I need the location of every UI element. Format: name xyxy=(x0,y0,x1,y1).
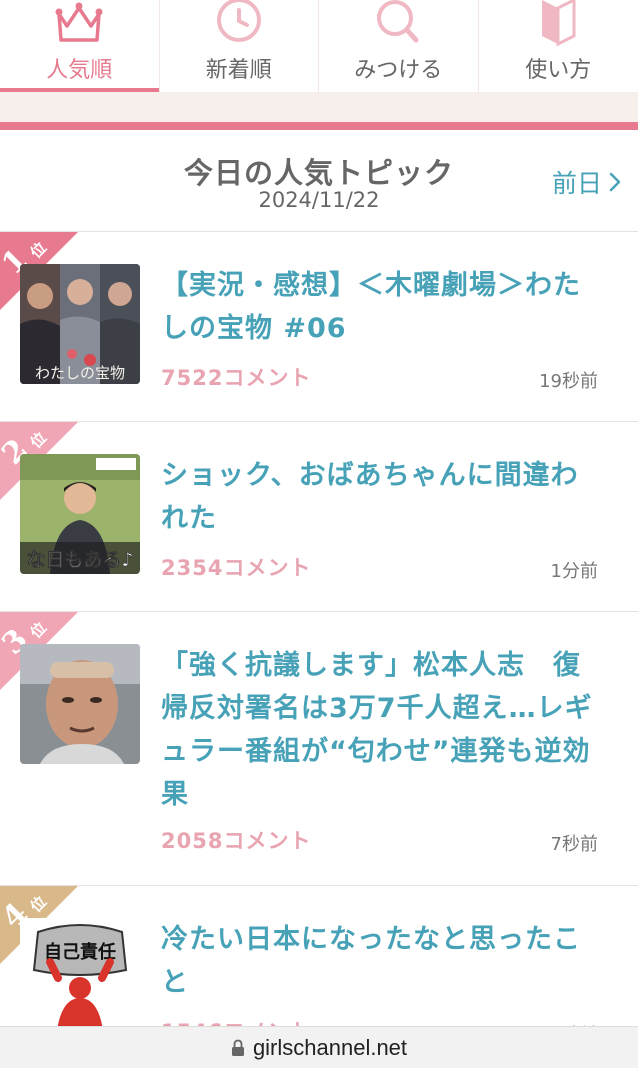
timestamp: 7秒前 xyxy=(550,834,598,855)
chevron-right-icon xyxy=(609,172,621,192)
topic-thumbnail: わたしの宝物 xyxy=(20,264,140,384)
tab-popular-label: 人気順 xyxy=(46,58,113,83)
crown-icon xyxy=(55,2,103,42)
thumbnail-caption: な日もある♪ xyxy=(26,549,133,571)
top-nav: 人気順 新着順 みつける 使い方 xyxy=(0,0,638,92)
topic-thumbnail: な日もある♪ xyxy=(20,454,140,574)
topic-item[interactable]: 2 位 な日もある♪ ショック、おばあちゃんに間違われた 2354コメント 1分… xyxy=(0,422,638,612)
search-icon xyxy=(377,0,419,43)
lock-icon xyxy=(231,1039,244,1056)
prev-day-link[interactable]: 前日 xyxy=(552,164,622,200)
topic-title: ショック、おばあちゃんに間違われた xyxy=(161,460,579,534)
timestamp: 1分前 xyxy=(550,561,598,582)
topic-title: 冷たい日本になったなと思ったこと xyxy=(161,924,581,998)
tab-discover-label: みつける xyxy=(354,58,443,83)
comment-count: 7522コメント xyxy=(161,366,312,390)
clock-icon xyxy=(216,0,261,42)
tab-howto[interactable]: 使い方 xyxy=(479,0,638,92)
timestamp: 19秒前 xyxy=(539,371,598,392)
topic-thumbnail: 自己責任 xyxy=(20,918,140,1038)
ranking-date: 2024/11/22 xyxy=(258,188,380,212)
comment-count: 2058コメント xyxy=(161,829,312,853)
comment-count: 2354コメント xyxy=(161,556,312,580)
book-icon xyxy=(542,0,576,46)
tab-howto-label: 使い方 xyxy=(525,58,592,83)
thumbnail-caption: わたしの宝物 xyxy=(35,364,125,382)
topic-thumbnail xyxy=(20,644,140,764)
accent-rule xyxy=(0,122,638,130)
tab-newest[interactable]: 新着順 xyxy=(160,0,319,92)
tab-newest-label: 新着順 xyxy=(205,58,272,83)
spacer-band xyxy=(0,92,638,122)
topic-title: 【実況・感想】＜木曜劇場＞わたしの宝物 #06 xyxy=(161,270,581,344)
topic-title: 「強く抗議します」松本人志 復帰反対署名は3万7千人超え…レギュラー番組が“匂わ… xyxy=(161,650,593,810)
browser-url-bar[interactable]: girlschannel.net xyxy=(0,1026,638,1068)
tab-popular[interactable]: 人気順 xyxy=(0,0,160,92)
thumbnail-caption: 自己責任 xyxy=(44,941,116,963)
topic-item[interactable]: 3 位 「強く抗議します」松本人志 復帰反対署名は3万7千人超え…レギュラー番組… xyxy=(0,612,638,886)
prev-day-label: 前日 xyxy=(551,169,602,198)
daily-ranking-header: 今日の人気トピック 2024/11/22 前日 xyxy=(0,130,638,232)
page-title: 今日の人気トピック xyxy=(183,156,454,190)
tab-discover[interactable]: みつける xyxy=(319,0,479,92)
topic-item[interactable]: 1 位 わたしの宝物 【実況・感想】＜木曜劇場＞わたしの宝物 #06 7522コ… xyxy=(0,232,638,422)
url-text: girlschannel.net xyxy=(252,1034,408,1060)
